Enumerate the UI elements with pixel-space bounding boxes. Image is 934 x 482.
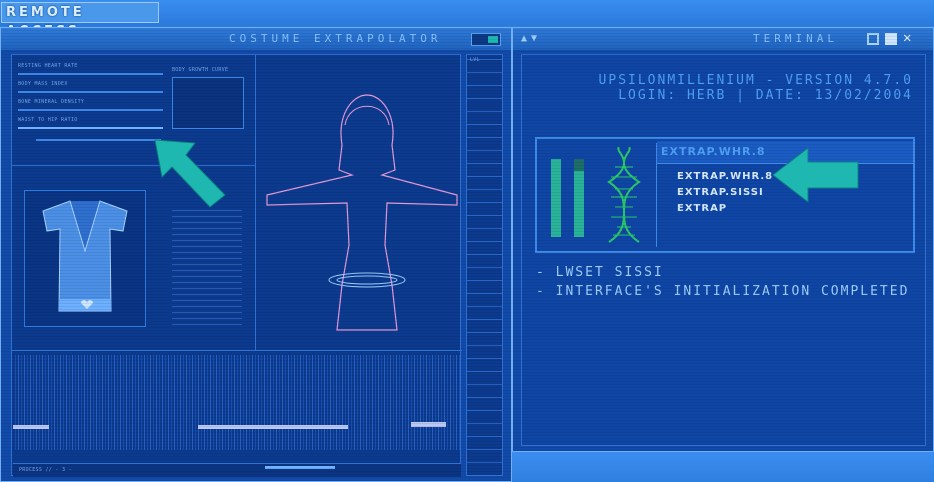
- dna-panel: [541, 143, 657, 247]
- stats-panel: RESTING HEART RATE BODY MASS INDEX BONE …: [16, 59, 166, 159]
- menu-item-extrap[interactable]: EXTRAP: [677, 203, 727, 214]
- menu-item-extrap-sissi[interactable]: EXTRAP.SISSI: [677, 187, 764, 198]
- body-growth-label: BODY GROWTH CURVE: [172, 67, 229, 73]
- menu-item-extrap-whr8[interactable]: EXTRAP.WHR.8: [677, 171, 773, 182]
- close-button[interactable]: ✕: [903, 31, 915, 45]
- window-title: TERMINAL: [753, 32, 838, 45]
- toggle-knob-icon: [488, 36, 498, 43]
- stat-label: WAIST TO HIP RATIO: [18, 117, 78, 123]
- divider: [255, 55, 256, 350]
- arrows-icon[interactable]: ▲▼: [521, 28, 541, 50]
- stat-bar: [18, 109, 163, 111]
- remote-access-tab[interactable]: REMOTE ACCESS: [1, 2, 159, 39]
- divider: [12, 350, 462, 351]
- stat-label: RESTING HEART RATE: [18, 63, 78, 69]
- selected-item-label: EXTRAP.WHR.8: [661, 145, 766, 158]
- stat-bar: [18, 127, 163, 129]
- waveform-display: [13, 355, 460, 450]
- stat-label: BODY MASS INDEX: [18, 81, 68, 87]
- stat-bar: [18, 91, 163, 93]
- progress-bar: [265, 466, 335, 469]
- toggle-button[interactable]: [471, 33, 501, 46]
- extrapolator-main-panel: RESTING HEART RATE BODY MASS INDEX BONE …: [11, 54, 462, 477]
- info-text-block: [172, 205, 242, 325]
- terminal-titlebar[interactable]: ▲▼ TERMINAL ✕: [513, 28, 933, 50]
- stat-label: BONE MINERAL DENSITY: [18, 99, 85, 105]
- costume-extrapolator-titlebar[interactable]: COSTUME EXTRAPOLATOR: [1, 28, 511, 50]
- costume-top-icon: [42, 200, 128, 312]
- dna-icon: [607, 147, 641, 243]
- waveform-bar: [198, 425, 348, 429]
- footer-label: PROCESS // - 3 -: [19, 467, 72, 473]
- terminal-header-line1: UPSILONMILLENIUM - VERSION 4.7.0: [598, 73, 913, 88]
- window-title: COSTUME EXTRAPOLATOR: [229, 32, 442, 45]
- costume-extrapolator-window: COSTUME EXTRAPOLATOR RESTING HEART RATE …: [0, 27, 512, 482]
- terminal-header-line2: LOGIN: HERB | DATE: 13/02/2004: [618, 88, 913, 103]
- arrow-icon: [154, 139, 226, 208]
- top-bar: REMOTE ACCESS: [0, 0, 934, 39]
- figure-outline: [266, 94, 458, 331]
- waveform-bar: [411, 422, 446, 427]
- maximize-button[interactable]: [885, 33, 897, 45]
- footer-panel: PROCESS // - 3 -: [13, 463, 461, 477]
- scroll-strip[interactable]: LVL: [466, 54, 503, 476]
- body-growth-graph: [172, 77, 244, 129]
- arrow-icon: [772, 146, 859, 204]
- terminal-screen: UPSILONMILLENIUM - VERSION 4.7.0 LOGIN: …: [521, 54, 926, 446]
- costume-thumbnail[interactable]: [24, 190, 146, 327]
- stat-bar: [18, 73, 163, 75]
- level-bar: [574, 159, 584, 237]
- level-bar: [551, 159, 561, 237]
- log-line: - LWSET SISSI: [536, 265, 664, 280]
- waveform-bar: [13, 425, 49, 429]
- bottom-strip: [512, 452, 934, 482]
- terminal-window: ▲▼ TERMINAL ✕ UPSILONMILLENIUM - VERSION…: [512, 27, 934, 452]
- log-line: - INTERFACE'S INITIALIZATION COMPLETED: [536, 284, 910, 299]
- stat-bar: [36, 139, 161, 141]
- restore-button[interactable]: [867, 33, 879, 45]
- scroll-label: LVL: [470, 57, 480, 63]
